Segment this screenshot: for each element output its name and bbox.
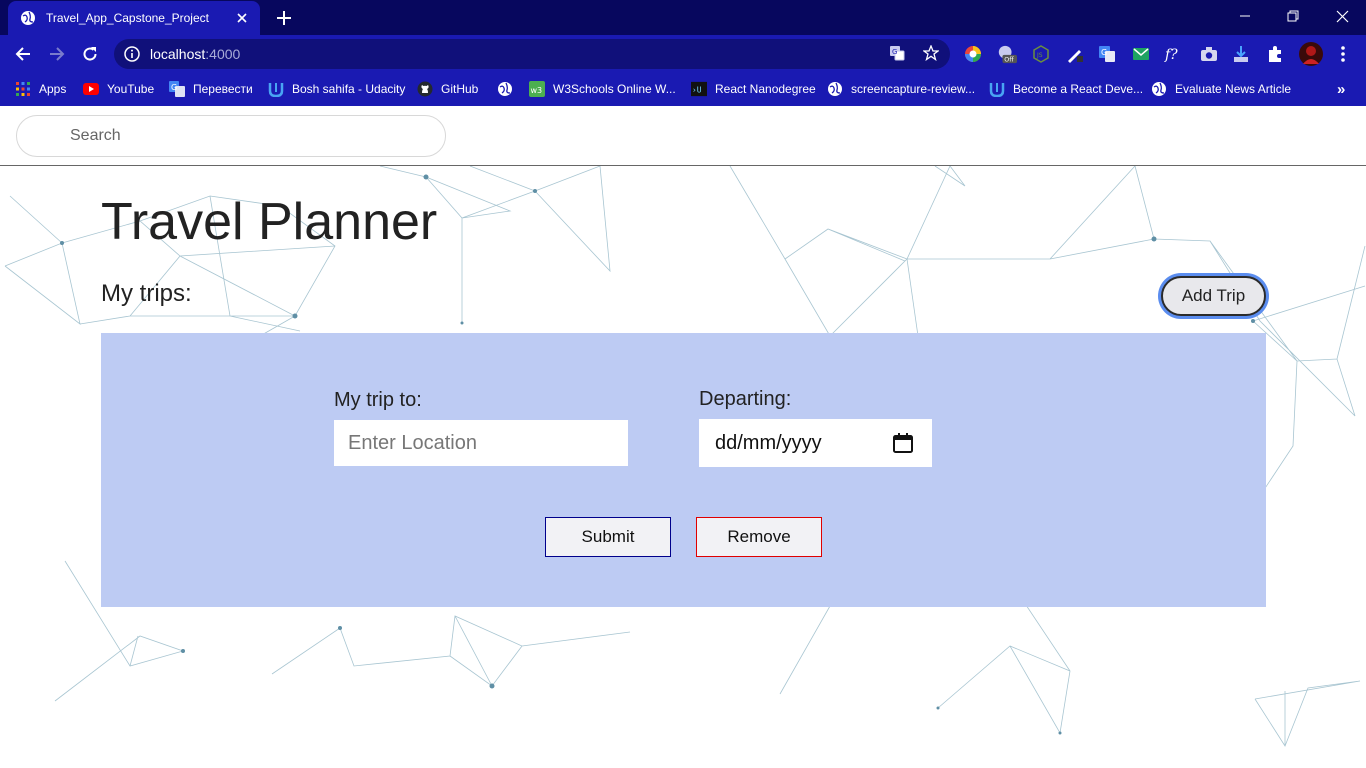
calendar-icon[interactable] [892,432,914,454]
udacity-dark-icon: ›U [691,81,707,97]
browser-toolbar: localhost:4000 G Off JS G f? [0,35,1366,73]
globe-icon [497,81,513,97]
my-trips-heading: My trips: [101,280,192,307]
tab-strip: Travel_App_Capstone_Project [0,0,1366,35]
font-finder-extension-icon[interactable]: f? [1164,44,1184,64]
url-port: :4000 [205,46,241,62]
close-tab-icon[interactable] [234,10,250,26]
bookmark-udacity[interactable]: Bosh sahifa - Udacity [268,80,405,98]
extensions-puzzle-icon[interactable] [1265,44,1285,64]
bookmark-label: Bosh sahifa - Udacity [292,82,406,96]
departure-date-input[interactable]: dd/mm/yyyy [699,419,932,467]
submit-button[interactable]: Submit [545,517,671,557]
page-title: Travel Planner [101,193,438,251]
bookmark-github[interactable]: GitHub [417,80,478,98]
reload-icon[interactable] [78,42,102,66]
svg-text:w3: w3 [531,86,543,95]
trip-form-panel: My trip to: Departing: dd/mm/yyyy Submit… [101,333,1266,607]
bookmark-youtube[interactable]: YouTube [83,80,154,98]
translate-page-icon[interactable]: G [888,44,906,62]
remove-button[interactable]: Remove [696,517,822,557]
bookmark-globe[interactable] [497,80,521,98]
github-icon [417,81,433,97]
url-host: localhost [150,46,206,62]
udacity-icon [268,81,284,97]
site-header [0,106,1366,166]
color-picker-extension-icon[interactable] [963,44,983,64]
bookmark-w3schools[interactable]: w3 W3Schools Online W... [529,80,676,98]
destination-label: My trip to: [334,389,422,411]
pen-extension-icon[interactable] [1065,44,1085,64]
bookmark-star-icon[interactable] [922,44,940,62]
svg-text:›U: ›U [692,86,702,95]
add-trip-button[interactable]: Add Trip [1161,276,1266,316]
site-info-icon[interactable] [124,46,140,62]
bookmark-react-developer[interactable]: Become a React Deve... [989,80,1143,98]
extension-badge: Off [1004,57,1014,64]
udacity-icon [989,81,1005,97]
forward-arrow-icon[interactable] [45,42,69,66]
browser-tab-active[interactable]: Travel_App_Capstone_Project [8,1,260,35]
page-viewport: Travel Planner My trips: Add Trip My tri… [0,106,1366,768]
bookmark-apps[interactable]: Apps [15,80,66,98]
youtube-icon [83,81,99,97]
svg-text:G: G [1101,48,1107,57]
bookmark-label: Apps [39,82,67,96]
svg-text:G: G [892,48,897,56]
bookmark-label: Become a React Deve... [1013,82,1144,96]
bookmark-label: screencapture-review... [851,82,976,96]
download-extension-icon[interactable] [1231,44,1251,64]
minimize-icon[interactable] [1222,0,1268,32]
close-window-icon[interactable] [1319,0,1365,32]
globe-icon [827,81,843,97]
bookmark-label: YouTube [107,82,155,96]
svg-text:f?: f? [1164,47,1178,63]
back-arrow-icon[interactable] [11,42,35,66]
bookmarks-bar: Apps YouTube G Перевести Bosh sahifa - U… [0,73,1366,106]
email-extension-icon[interactable] [1131,44,1151,64]
bookmark-label: Evaluate News Article [1175,82,1292,96]
bookmark-label: React Nanodegree [715,82,816,96]
apps-grid-icon [15,81,31,97]
off-extension-icon[interactable]: Off [997,44,1017,64]
restore-icon[interactable] [1270,0,1316,32]
more-bookmarks-chevron-icon[interactable]: » [1337,80,1345,98]
bookmark-react-nanodegree[interactable]: ›U React Nanodegree [691,80,816,98]
google-translate-extension-icon[interactable]: G [1097,44,1117,64]
profile-avatar[interactable] [1299,42,1323,66]
svg-text:G: G [171,83,177,92]
camera-extension-icon[interactable] [1199,44,1219,64]
svg-text:JS: JS [1036,52,1043,59]
globe-icon [20,10,36,26]
bookmark-label: W3Schools Online W... [553,82,676,96]
location-input[interactable] [334,420,628,466]
bookmark-translate[interactable]: G Перевести [169,80,253,98]
translate-icon: G [169,81,185,97]
new-tab-button[interactable] [274,8,294,28]
departing-label: Departing: [699,388,792,410]
bookmark-screencapture[interactable]: screencapture-review... [827,80,975,98]
bookmark-evaluate-news[interactable]: Evaluate News Article [1151,80,1291,98]
chrome-menu-icon[interactable] [1333,44,1353,64]
nodejs-extension-icon[interactable]: JS [1031,44,1051,64]
tab-title: Travel_App_Capstone_Project [46,11,209,25]
address-bar[interactable]: localhost:4000 G [114,39,950,69]
date-placeholder: dd/mm/yyyy [715,431,822,454]
globe-icon [1151,81,1167,97]
bookmark-label: GitHub [441,82,479,96]
w3schools-icon: w3 [529,81,545,97]
search-input[interactable] [16,115,446,157]
bookmark-label: Перевести [193,82,253,96]
